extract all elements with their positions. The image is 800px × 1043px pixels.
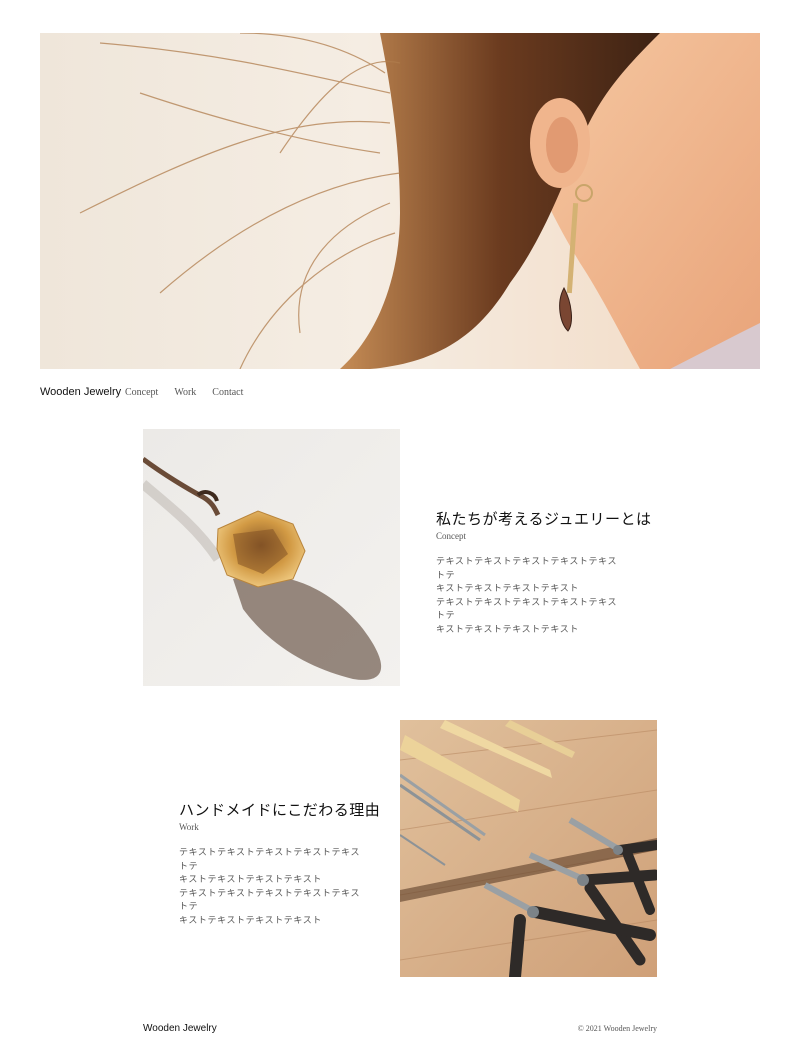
site-logo[interactable]: Wooden Jewelry bbox=[40, 386, 121, 398]
work-body-line: キストテキストテキストテキスト bbox=[179, 915, 322, 926]
concept-body: テキストテキストテキストテキストテキストテ キストテキストテキストテキスト テキ… bbox=[436, 556, 621, 637]
pendant-photo-illustration bbox=[143, 429, 400, 686]
concept-title: 私たちが考えるジュエリーとは bbox=[436, 510, 652, 528]
hero-image bbox=[40, 33, 760, 369]
concept-subtitle: Concept bbox=[436, 531, 466, 541]
work-title: ハンドメイドにこだわる理由 bbox=[179, 801, 381, 819]
pendant-image bbox=[143, 429, 400, 686]
nav-item-contact[interactable]: Contact bbox=[212, 387, 243, 398]
nav-item-concept[interactable]: Concept bbox=[125, 387, 158, 398]
hero-photo-illustration bbox=[40, 33, 760, 369]
main-nav: Concept Work Contact bbox=[125, 387, 243, 398]
work-body-line: キストテキストテキストテキスト bbox=[179, 875, 322, 885]
footer-logo[interactable]: Wooden Jewelry bbox=[143, 1023, 217, 1034]
concept-body-line: キストテキストテキストテキスト bbox=[436, 584, 579, 594]
tools-image bbox=[400, 720, 657, 977]
work-body-line: テキストテキストテキストテキストテキストテ bbox=[179, 888, 361, 913]
concept-body-line: テキストテキストテキストテキストテキストテ bbox=[436, 597, 618, 622]
concept-body-line: キストテキストテキストテキスト bbox=[436, 624, 579, 635]
work-body: テキストテキストテキストテキストテキストテ キストテキストテキストテキスト テキ… bbox=[179, 847, 364, 928]
concept-body-line: テキストテキストテキストテキストテキストテ bbox=[436, 557, 618, 581]
copyright: © 2021 Wooden Jewelry bbox=[577, 1024, 657, 1033]
work-subtitle: Work bbox=[179, 822, 199, 832]
nav-item-work[interactable]: Work bbox=[174, 387, 196, 398]
work-body-line: テキストテキストテキストテキストテキストテ bbox=[179, 848, 361, 872]
tools-photo-illustration bbox=[400, 720, 657, 977]
